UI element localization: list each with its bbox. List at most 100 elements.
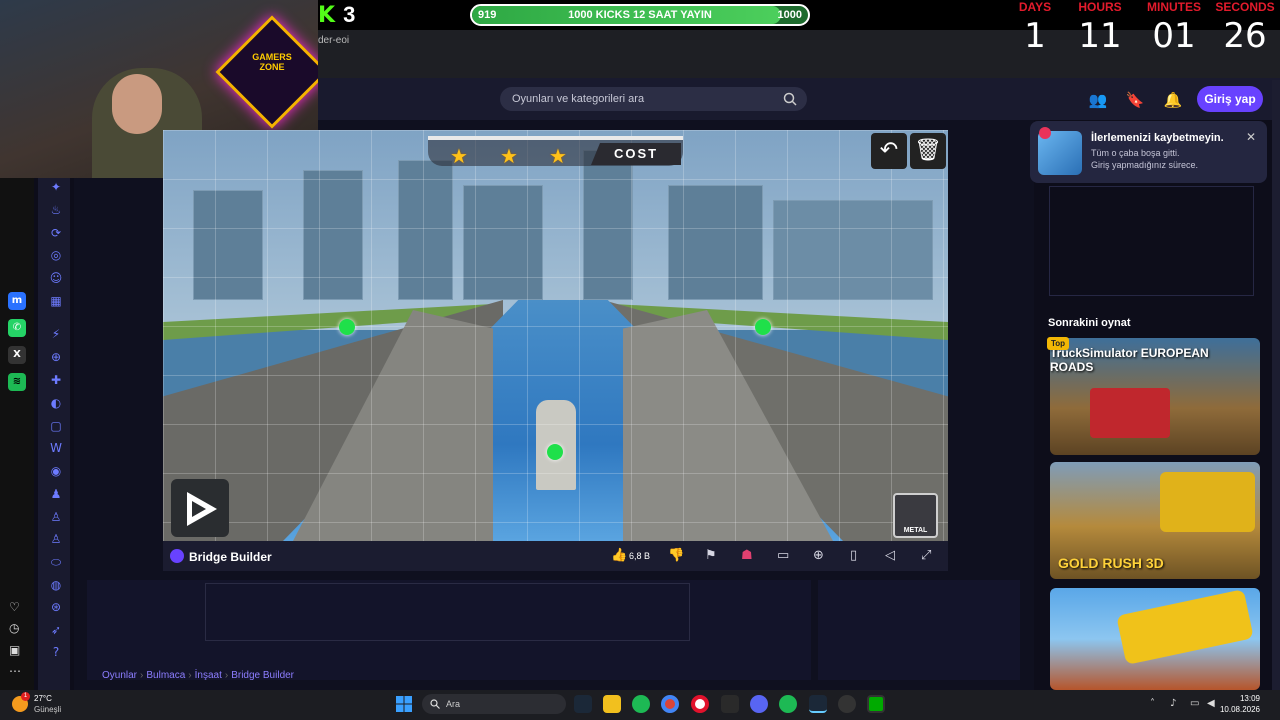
- bell-icon[interactable]: 🔔: [1163, 90, 1183, 110]
- taskbar-search[interactable]: Ara: [422, 694, 566, 714]
- game-canvas[interactable]: ★ ★ ★ COST ↶ 🗑 METAL: [163, 130, 948, 541]
- more-icon[interactable]: ⋯: [9, 664, 21, 678]
- multiplayer-icon[interactable]: ☺: [49, 271, 63, 285]
- racing-icon[interactable]: ◍: [49, 578, 63, 592]
- breadcrumb-link[interactable]: İnşaat: [195, 670, 222, 681]
- updated-icon[interactable]: ⟳: [49, 226, 63, 240]
- metal-material-button[interactable]: METAL: [893, 493, 938, 538]
- app-icon[interactable]: [838, 695, 856, 713]
- microphone-icon[interactable]: ♪: [1170, 698, 1176, 709]
- search-input[interactable]: Oyunları ve kategorileri ara: [500, 87, 807, 111]
- anchor-point[interactable]: [755, 319, 771, 335]
- clicker-icon[interactable]: ♙: [49, 532, 63, 546]
- kick-counter: K 3: [318, 2, 360, 28]
- trash-icon[interactable]: 🗑: [910, 133, 946, 169]
- share-icon[interactable]: ⊕: [813, 548, 824, 563]
- puzzle-icon[interactable]: ✚: [49, 373, 63, 387]
- windows-start-icon[interactable]: [396, 696, 412, 712]
- notification-text: Giriş yapmadığınız sürece.: [1091, 160, 1199, 170]
- anchor-point[interactable]: [339, 319, 355, 335]
- history-icon[interactable]: ◷: [9, 621, 19, 635]
- heart-icon[interactable]: ♡: [9, 600, 20, 614]
- weather-description[interactable]: Güneşli: [34, 705, 61, 714]
- file-explorer-icon[interactable]: [603, 695, 621, 713]
- countdown-label: MINUTES: [1147, 0, 1201, 14]
- countdown-label: SECONDS: [1215, 0, 1275, 14]
- weather-temperature[interactable]: 27°C: [34, 694, 52, 703]
- friends-icon[interactable]: 👥: [1088, 90, 1108, 110]
- person-icon[interactable]: ♟: [49, 487, 63, 501]
- game-toolbar: [163, 541, 948, 571]
- casual-icon[interactable]: ♙: [49, 510, 63, 524]
- nvidia-icon[interactable]: [867, 695, 885, 713]
- streamer-head: [112, 74, 162, 134]
- x-icon[interactable]: X: [8, 346, 26, 364]
- notification-text: Tüm o çaba boşa gitti.: [1091, 148, 1180, 158]
- undo-icon[interactable]: ↶: [871, 133, 907, 169]
- word-icon[interactable]: W: [49, 441, 63, 455]
- search-icon[interactable]: [783, 92, 797, 106]
- explore-icon[interactable]: ◉: [49, 464, 63, 478]
- palette-icon[interactable]: ◐: [49, 396, 63, 410]
- thumbs-down-icon[interactable]: 👎: [668, 548, 684, 563]
- mobile-icon[interactable]: ▯: [850, 548, 857, 563]
- taskbar-time[interactable]: 13:09: [1220, 694, 1260, 703]
- new-icon[interactable]: ✦: [49, 180, 63, 194]
- theater-icon[interactable]: ◁: [885, 548, 895, 563]
- discord-icon[interactable]: [750, 695, 768, 713]
- action-icon[interactable]: ⚡: [49, 327, 63, 341]
- rocket-icon[interactable]: ➶: [49, 623, 63, 637]
- trending-icon[interactable]: ♨: [49, 203, 63, 217]
- steam-icon[interactable]: [809, 695, 827, 713]
- card-icon[interactable]: ▢: [49, 419, 63, 433]
- goal-title: 1000 KICKS 12 SAAT YAYIN: [568, 9, 712, 21]
- logo-text: GAMERS ZONE: [252, 52, 292, 72]
- url-fragment[interactable]: der-eoi: [318, 35, 349, 46]
- ad-frame: [205, 583, 690, 641]
- steam-icon[interactable]: [574, 695, 592, 713]
- sports-icon[interactable]: ⬭: [49, 555, 63, 569]
- build-grid: [163, 130, 948, 541]
- breadcrumb-link[interactable]: Oyunlar: [102, 670, 137, 681]
- next-games-title: Sonrakini oynat: [1048, 317, 1131, 329]
- thumbs-up-icon[interactable]: 👍: [611, 548, 627, 563]
- next-game-card[interactable]: [1050, 588, 1260, 690]
- truck-image: [1090, 388, 1170, 438]
- star-icon: ★: [549, 144, 567, 168]
- bookmark-icon[interactable]: ⚑: [705, 548, 717, 563]
- next-game-card[interactable]: GOLD RUSH 3D: [1050, 462, 1260, 579]
- spotify-icon[interactable]: ≋: [8, 373, 26, 391]
- whatsapp-icon[interactable]: ✆: [8, 319, 26, 337]
- spotify-icon[interactable]: [632, 695, 650, 713]
- next-game-label: TruckSimulator EUROPEAN ROADS: [1050, 346, 1209, 374]
- messenger-icon[interactable]: m: [8, 292, 26, 310]
- close-icon[interactable]: ✕: [1246, 130, 1256, 144]
- quiz-icon[interactable]: ?: [49, 645, 63, 659]
- opera-icon[interactable]: [691, 695, 709, 713]
- monitor-icon[interactable]: ▭: [1190, 698, 1199, 709]
- fullscreen-icon[interactable]: ⤢: [921, 548, 931, 563]
- shooting-icon[interactable]: ⊕: [49, 350, 63, 364]
- login-button[interactable]: Giriş yap: [1197, 86, 1263, 112]
- spotify-icon[interactable]: [779, 695, 797, 713]
- chrome-icon[interactable]: [661, 695, 679, 713]
- wallet-icon[interactable]: ▣: [9, 643, 20, 657]
- epic-games-icon[interactable]: [721, 695, 739, 713]
- soccer-icon[interactable]: ⊛: [49, 600, 63, 614]
- cast-icon[interactable]: ☗: [741, 548, 753, 563]
- excavator-image: [1160, 472, 1255, 532]
- play-icon-inner: [192, 501, 206, 517]
- next-game-card[interactable]: TruckSimulator EUROPEAN ROADS: [1050, 338, 1260, 455]
- page-scrollbar[interactable]: [1272, 80, 1280, 690]
- anchor-point[interactable]: [547, 444, 563, 460]
- notification-badge: 1: [21, 692, 30, 701]
- breadcrumb-link[interactable]: Bulmaca: [146, 670, 185, 681]
- comment-icon[interactable]: ▭: [777, 548, 789, 563]
- bookmark-icon[interactable]: 🔖: [1125, 90, 1145, 110]
- top-badge: Top: [1047, 337, 1069, 350]
- chevron-up-icon[interactable]: ˄: [1150, 698, 1155, 709]
- goal-max: 1000: [777, 9, 802, 21]
- taskbar-date[interactable]: 10.08.2026: [1212, 705, 1260, 714]
- originals-icon[interactable]: ◎: [49, 248, 63, 262]
- building-icon[interactable]: ▦: [49, 294, 63, 308]
